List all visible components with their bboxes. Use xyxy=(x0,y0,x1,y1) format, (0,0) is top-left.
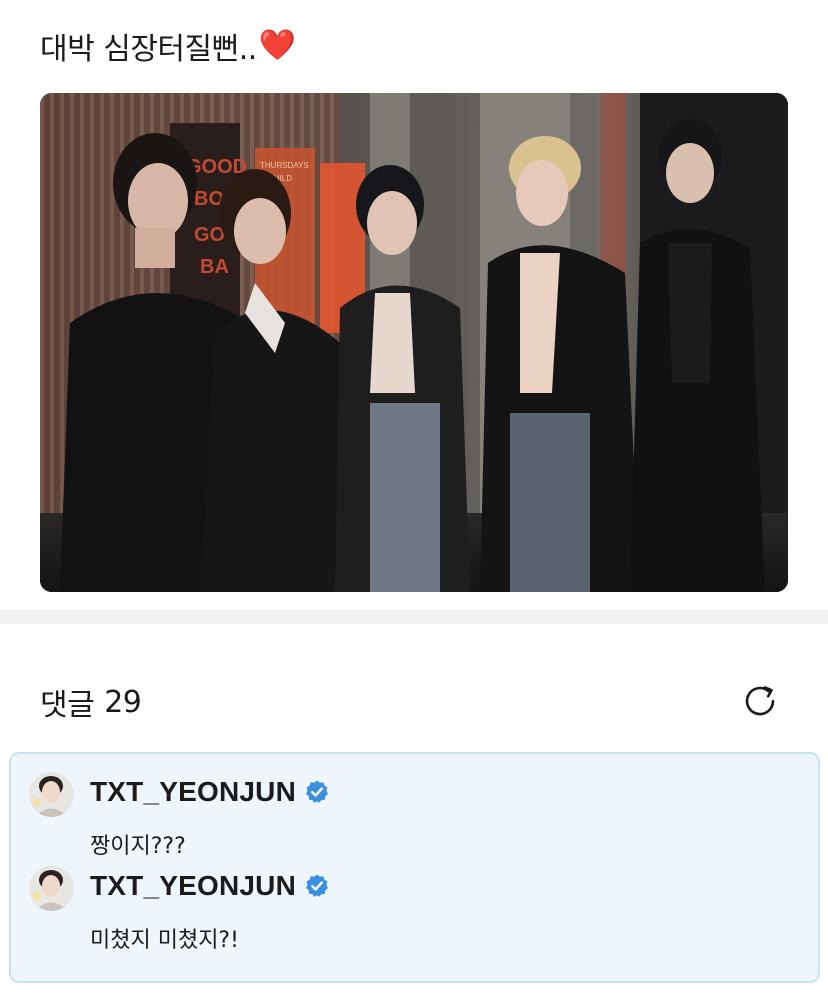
wall-sign-line: GO xyxy=(194,224,225,246)
wall-sign-line: BA xyxy=(200,256,229,278)
heart-emoji: ❤️ xyxy=(258,28,296,63)
comment-author-row: TXT_YEONJUN xyxy=(90,776,330,808)
comment-text: 미쳤지 미쳤지?! xyxy=(90,928,239,953)
verified-badge-icon xyxy=(306,780,328,803)
comment-text: 짱이지??? xyxy=(90,834,186,859)
post-photo[interactable]: GOOD BO GO BA THURSDAYS CHILD xyxy=(40,93,788,592)
comments-header: 댓글 29 xyxy=(40,680,142,724)
avatar[interactable] xyxy=(29,772,74,817)
refresh-icon[interactable] xyxy=(740,681,780,721)
comment-author[interactable]: TXT_YEONJUN xyxy=(90,870,296,902)
post-text: 대박 심장터질뻔.. ❤️ xyxy=(40,24,296,68)
verified-badge-icon xyxy=(306,874,328,897)
wall-sign-orange-line: THURSDAYS xyxy=(260,161,309,170)
section-divider xyxy=(0,610,828,624)
comment-author[interactable]: TXT_YEONJUN xyxy=(90,776,296,808)
comments-label: 댓글 xyxy=(40,688,95,723)
avatar[interactable] xyxy=(29,866,74,911)
comment-author-row: TXT_YEONJUN xyxy=(90,870,330,902)
comments-count: 29 xyxy=(104,684,142,720)
comment-thread: TXT_YEONJUN 짱이지??? TXT_YEONJUN 미쳤지 미쳤지?! xyxy=(9,752,820,983)
post-text-body: 대박 심장터질뻔.. xyxy=(40,32,257,67)
